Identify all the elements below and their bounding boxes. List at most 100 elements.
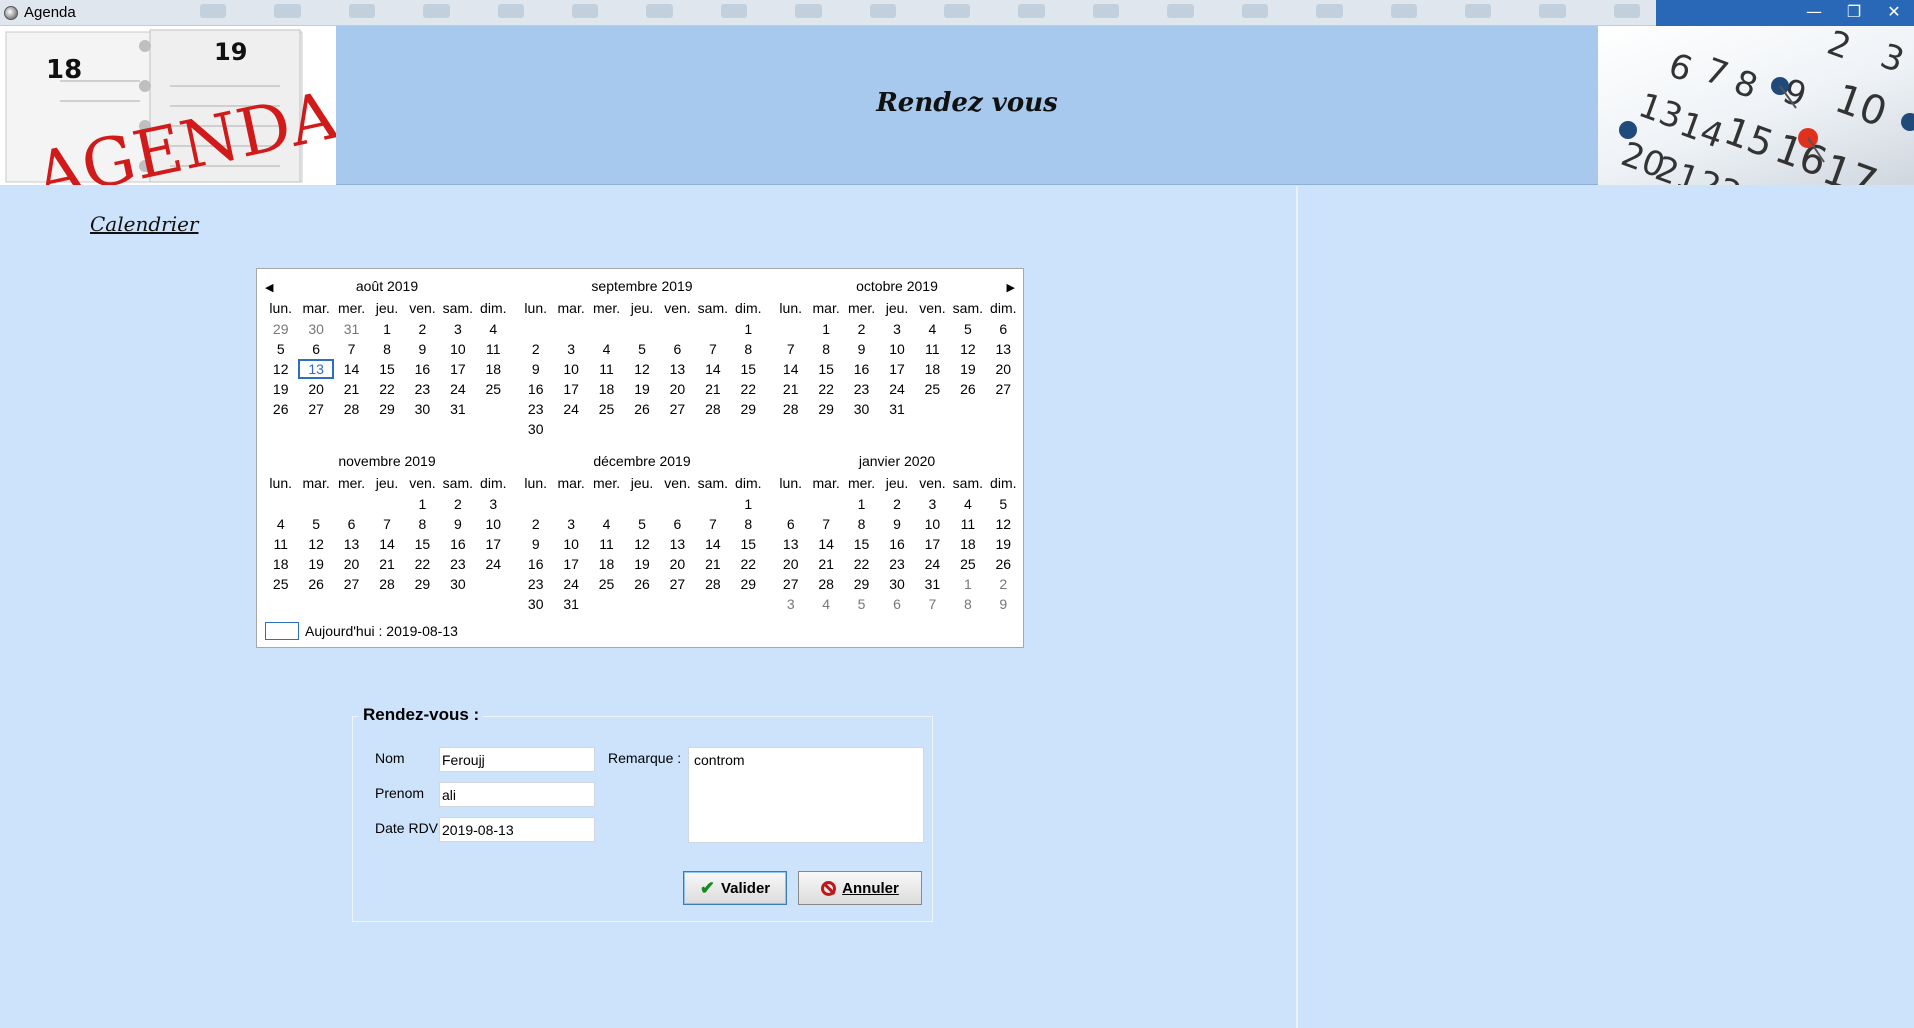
- day-cell[interactable]: 6: [986, 319, 1021, 339]
- day-cell[interactable]: 25: [915, 379, 950, 399]
- day-cell[interactable]: 24: [915, 554, 950, 574]
- day-cell[interactable]: 17: [476, 534, 511, 554]
- day-cell[interactable]: 30: [879, 574, 914, 594]
- day-cell[interactable]: 9: [440, 514, 475, 534]
- day-cell[interactable]: 22: [369, 379, 404, 399]
- day-cell[interactable]: 18: [263, 554, 298, 574]
- day-cell[interactable]: 27: [660, 574, 695, 594]
- day-cell[interactable]: 14: [695, 534, 730, 554]
- day-cell[interactable]: 25: [589, 399, 624, 419]
- day-cell[interactable]: 7: [334, 339, 369, 359]
- day-cell[interactable]: 21: [369, 554, 404, 574]
- nom-field[interactable]: [439, 747, 595, 772]
- day-cell[interactable]: 21: [808, 554, 843, 574]
- day-cell[interactable]: 21: [695, 379, 730, 399]
- day-cell[interactable]: 3: [440, 319, 475, 339]
- day-cell-other-month[interactable]: 7: [915, 594, 950, 614]
- day-cell-other-month[interactable]: 9: [986, 594, 1021, 614]
- day-cell[interactable]: 16: [518, 554, 553, 574]
- month-title[interactable]: novembre 2019: [263, 450, 511, 472]
- day-cell[interactable]: 18: [915, 359, 950, 379]
- day-cell[interactable]: 13: [986, 339, 1021, 359]
- day-cell[interactable]: 29: [808, 399, 843, 419]
- day-cell[interactable]: 17: [553, 379, 588, 399]
- day-cell[interactable]: 2: [440, 494, 475, 514]
- day-cell[interactable]: 4: [476, 319, 511, 339]
- day-cell[interactable]: 5: [263, 339, 298, 359]
- day-cell[interactable]: 20: [660, 554, 695, 574]
- day-cell-other-month[interactable]: 1: [950, 574, 985, 594]
- day-cell[interactable]: 30: [405, 399, 440, 419]
- day-cell[interactable]: 15: [405, 534, 440, 554]
- day-cell[interactable]: 1: [731, 494, 766, 514]
- day-cell-other-month[interactable]: 8: [950, 594, 985, 614]
- day-cell[interactable]: 1: [808, 319, 843, 339]
- month-title[interactable]: janvier 2020: [773, 450, 1021, 472]
- calendar-link[interactable]: Calendrier: [90, 212, 199, 236]
- day-cell[interactable]: 8: [731, 339, 766, 359]
- day-cell[interactable]: 9: [518, 534, 553, 554]
- day-cell[interactable]: 14: [695, 359, 730, 379]
- day-cell[interactable]: 13: [334, 534, 369, 554]
- day-cell[interactable]: 30: [844, 399, 879, 419]
- day-cell-other-month[interactable]: 29: [263, 319, 298, 339]
- day-cell[interactable]: 11: [589, 534, 624, 554]
- day-cell[interactable]: 22: [405, 554, 440, 574]
- day-cell[interactable]: 14: [334, 359, 369, 379]
- day-cell[interactable]: 12: [624, 359, 659, 379]
- day-cell[interactable]: 10: [879, 339, 914, 359]
- day-cell[interactable]: 15: [369, 359, 404, 379]
- day-cell[interactable]: 25: [263, 574, 298, 594]
- day-cell-other-month[interactable]: 31: [334, 319, 369, 339]
- day-cell[interactable]: 29: [369, 399, 404, 419]
- day-cell[interactable]: 27: [986, 379, 1021, 399]
- day-cell[interactable]: 4: [589, 514, 624, 534]
- day-cell[interactable]: 28: [695, 399, 730, 419]
- day-cell[interactable]: 19: [624, 554, 659, 574]
- day-cell[interactable]: 7: [369, 514, 404, 534]
- day-cell[interactable]: 16: [879, 534, 914, 554]
- day-cell[interactable]: 29: [405, 574, 440, 594]
- day-cell[interactable]: 6: [660, 514, 695, 534]
- day-cell[interactable]: 4: [589, 339, 624, 359]
- day-cell[interactable]: 18: [589, 379, 624, 399]
- day-cell[interactable]: 12: [986, 514, 1021, 534]
- day-cell[interactable]: 7: [808, 514, 843, 534]
- day-cell[interactable]: 21: [334, 379, 369, 399]
- day-cell[interactable]: 18: [589, 554, 624, 574]
- day-cell[interactable]: 11: [589, 359, 624, 379]
- annuler-button[interactable]: Annuler: [798, 871, 922, 905]
- day-cell[interactable]: 28: [773, 399, 808, 419]
- day-cell[interactable]: 12: [950, 339, 985, 359]
- valider-button[interactable]: ✔ Valider: [683, 871, 787, 905]
- day-cell[interactable]: 17: [440, 359, 475, 379]
- minimize-icon[interactable]: —: [1794, 0, 1834, 26]
- day-cell[interactable]: 18: [476, 359, 511, 379]
- day-cell[interactable]: 14: [773, 359, 808, 379]
- month-title[interactable]: août 2019: [263, 275, 511, 297]
- day-cell[interactable]: 31: [440, 399, 475, 419]
- day-cell[interactable]: 6: [773, 514, 808, 534]
- day-cell[interactable]: 6: [298, 339, 333, 359]
- day-cell[interactable]: 26: [624, 574, 659, 594]
- day-cell[interactable]: 24: [879, 379, 914, 399]
- day-cell-other-month[interactable]: 4: [808, 594, 843, 614]
- day-cell[interactable]: 5: [986, 494, 1021, 514]
- day-cell[interactable]: 1: [369, 319, 404, 339]
- day-cell[interactable]: 19: [298, 554, 333, 574]
- day-cell[interactable]: 10: [440, 339, 475, 359]
- remarque-textarea[interactable]: [688, 747, 924, 843]
- day-cell[interactable]: 8: [844, 514, 879, 534]
- month-title[interactable]: septembre 2019: [518, 275, 766, 297]
- day-cell[interactable]: 11: [915, 339, 950, 359]
- day-cell[interactable]: 26: [263, 399, 298, 419]
- day-cell[interactable]: 2: [844, 319, 879, 339]
- day-cell-other-month[interactable]: 5: [844, 594, 879, 614]
- day-cell[interactable]: 8: [808, 339, 843, 359]
- month-title[interactable]: octobre 2019: [773, 275, 1021, 297]
- day-cell[interactable]: 20: [660, 379, 695, 399]
- day-cell[interactable]: 14: [808, 534, 843, 554]
- close-icon[interactable]: ✕: [1874, 0, 1914, 26]
- day-cell[interactable]: 9: [879, 514, 914, 534]
- day-cell[interactable]: 2: [405, 319, 440, 339]
